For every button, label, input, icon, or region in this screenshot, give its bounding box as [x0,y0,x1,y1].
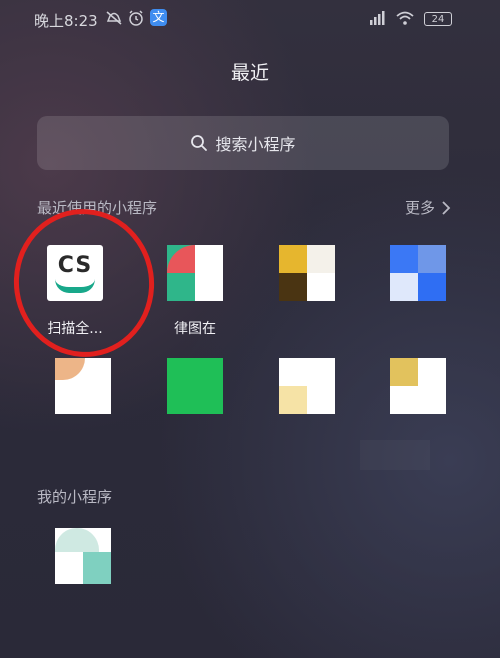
alarm-icon [129,10,143,26]
app-icon-6 [167,358,223,414]
search-icon [191,135,208,151]
search-bar[interactable]: 搜索小程序 [37,116,449,170]
app-icon-mine-1 [55,528,111,584]
more-label: 更多 [404,199,435,217]
chevron-right-icon [442,200,451,215]
app-icon-4 [390,245,446,301]
wifi-icon [396,11,414,25]
page-title: 最近 [230,62,269,84]
mine-section-title: 我的小程序 [37,488,113,506]
status-time: 晚上8:23 [34,12,98,30]
translate-app-icon: 文 [150,9,167,26]
app-label: 律图在 [174,321,216,337]
app-icon-2 [167,245,223,301]
status-bar: 晚上8:23 文 24 [0,0,500,38]
app-icon-3 [279,245,335,301]
mute-icon [106,11,122,25]
background-decoration [360,440,430,470]
search-label: 搜索小程序 [215,135,296,154]
app-icon-5 [55,358,111,414]
more-link[interactable]: 更多 [405,197,451,218]
signal-icon [370,11,385,25]
app-icon-7 [279,358,335,414]
app-icon-8 [390,358,446,414]
annotation-circle [4,199,164,367]
battery-indicator: 24 [424,12,452,26]
